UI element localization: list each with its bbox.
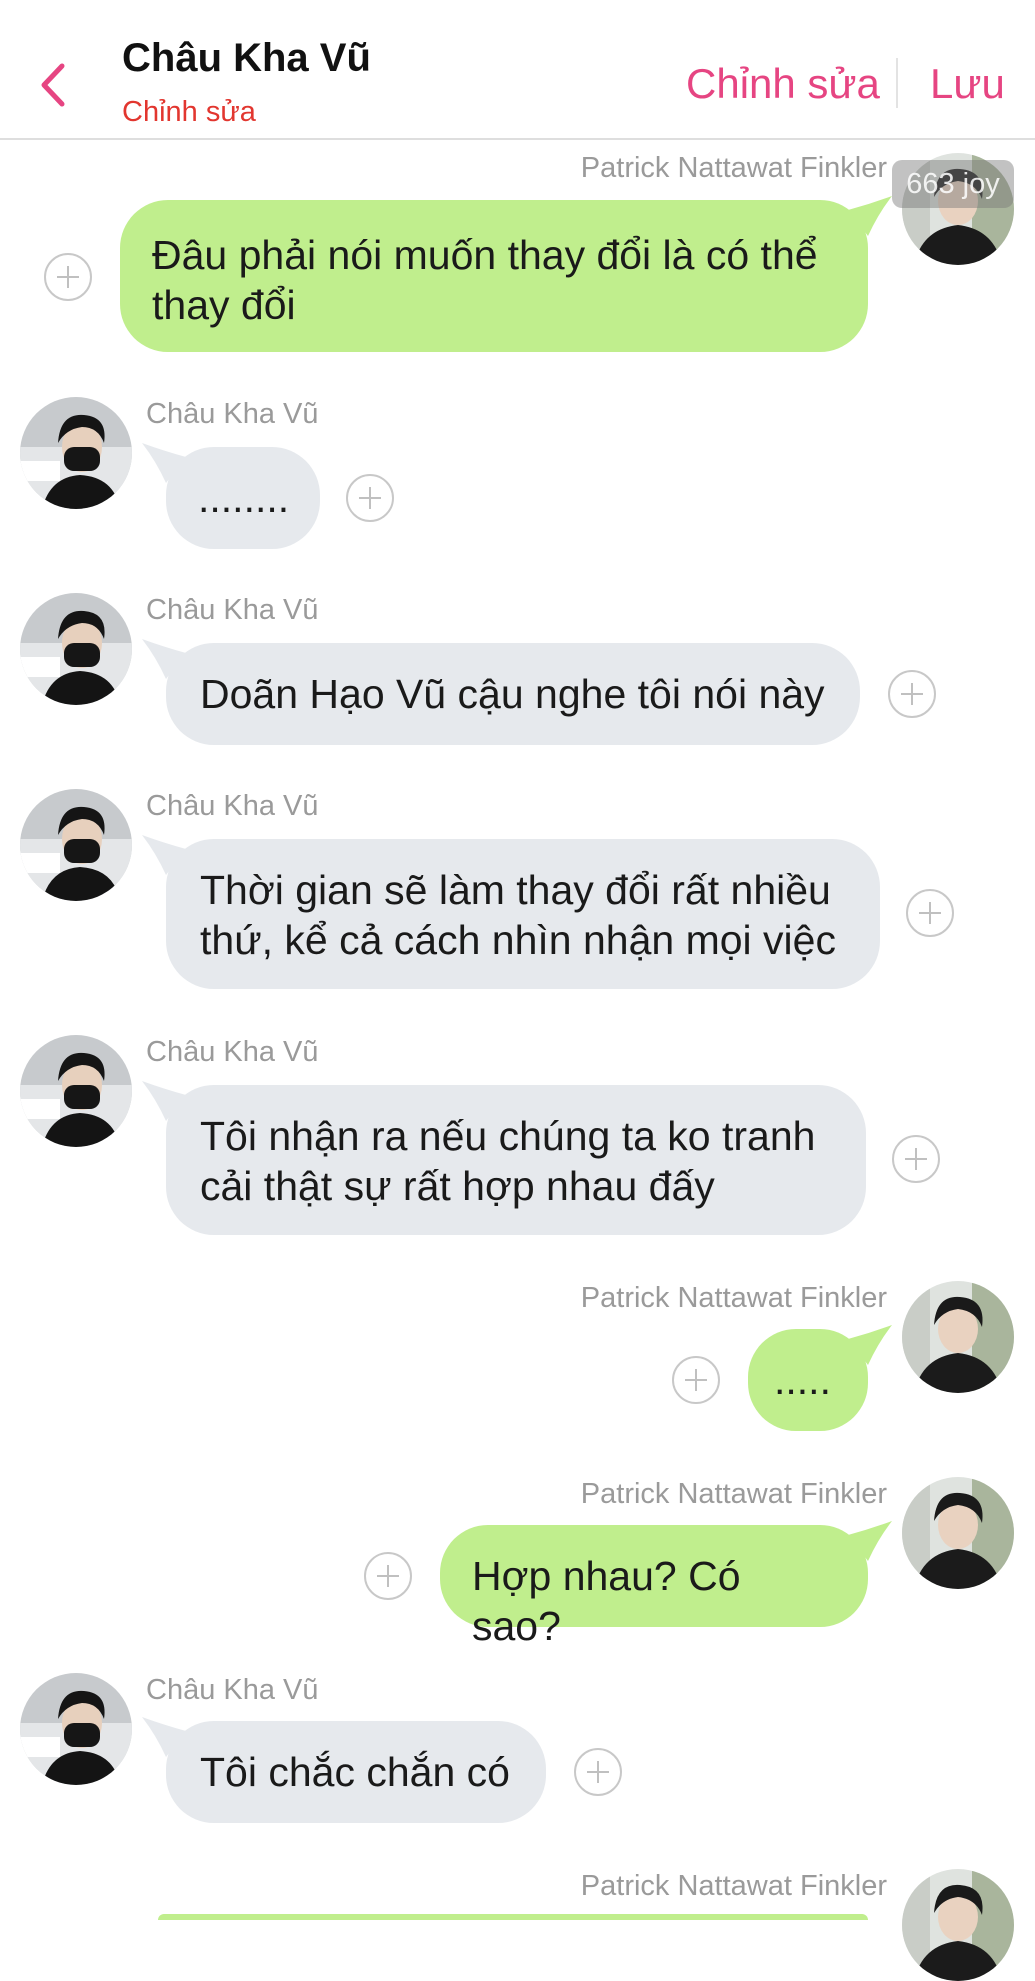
message-sender: Patrick Nattawat Finkler	[580, 1478, 887, 1510]
avatar[interactable]	[20, 789, 132, 901]
avatar[interactable]	[20, 397, 132, 509]
message-text: .....	[774, 1357, 831, 1403]
add-reaction-button[interactable]	[892, 1135, 940, 1183]
save-button[interactable]: Lưu	[930, 60, 1005, 108]
add-reaction-button[interactable]	[346, 474, 394, 522]
message-sender: Patrick Nattawat Finkler	[580, 1282, 887, 1314]
chevron-left-icon	[41, 63, 65, 107]
chat-title: Châu Kha Vũ	[122, 36, 371, 80]
message-bubble[interactable]: .....	[748, 1325, 892, 1431]
message-sender: Châu Kha Vũ	[146, 398, 319, 430]
message-bubble[interactable]	[158, 1914, 868, 1920]
message-bubble[interactable]: ........	[142, 443, 320, 549]
chat-header: Châu Kha Vũ Chỉnh sửa Chỉnh sửa Lưu	[0, 0, 1035, 140]
message-sender: Châu Kha Vũ	[146, 790, 319, 822]
message-bubble[interactable]: Hợp nhau? Có sao?	[440, 1521, 892, 1649]
avatar[interactable]	[20, 1673, 132, 1785]
edit-button[interactable]: Chỉnh sửa	[686, 60, 880, 108]
avatar[interactable]	[902, 1281, 1014, 1393]
add-reaction-button[interactable]	[672, 1356, 720, 1404]
message-bubble[interactable]: Doãn Hạo Vũ cậu nghe tôi nói này	[142, 639, 860, 745]
message-sender: Châu Kha Vũ	[146, 594, 319, 626]
message-text: ........	[198, 475, 290, 521]
message-bubble[interactable]: Đâu phải nói muốn thay đổi là có thể tha…	[120, 196, 892, 352]
message-text: Doãn Hạo Vũ cậu nghe tôi nói này	[200, 671, 825, 717]
avatar[interactable]	[20, 1035, 132, 1147]
message-sender: Châu Kha Vũ	[146, 1036, 319, 1068]
message-bubble[interactable]: Tôi nhận ra nếu chúng ta ko tranh cải th…	[142, 1081, 866, 1235]
add-reaction-button[interactable]	[44, 253, 92, 301]
avatar[interactable]	[20, 593, 132, 705]
message-text: Tôi chắc chắn có	[200, 1749, 510, 1795]
message-text: Tôi nhận ra nếu chúng ta ko tranh cải th…	[200, 1113, 816, 1209]
add-reaction-button[interactable]	[364, 1552, 412, 1600]
message-sender: Patrick Nattawat Finkler	[580, 152, 887, 184]
message-text: Đâu phải nói muốn thay đổi là có thể tha…	[152, 232, 818, 328]
avatar[interactable]	[902, 1869, 1014, 1981]
back-button[interactable]	[36, 58, 76, 112]
message-sender: Châu Kha Vũ	[146, 1674, 319, 1706]
add-reaction-button[interactable]	[888, 670, 936, 718]
chat-subtitle: Chỉnh sửa	[122, 96, 256, 128]
message-sender: Patrick Nattawat Finkler	[580, 1870, 887, 1902]
message-text: Thời gian sẽ làm thay đổi rất nhiều thứ,…	[200, 867, 836, 963]
message-bubble[interactable]: Tôi chắc chắn có	[142, 1717, 546, 1823]
add-reaction-button[interactable]	[906, 889, 954, 937]
avatar[interactable]	[902, 1477, 1014, 1589]
message-text: Hợp nhau? Có sao?	[472, 1553, 741, 1649]
header-divider	[896, 58, 898, 108]
add-reaction-button[interactable]	[574, 1748, 622, 1796]
message-bubble[interactable]: Thời gian sẽ làm thay đổi rất nhiều thứ,…	[142, 835, 880, 989]
watermark: 663 joy	[892, 160, 1014, 208]
